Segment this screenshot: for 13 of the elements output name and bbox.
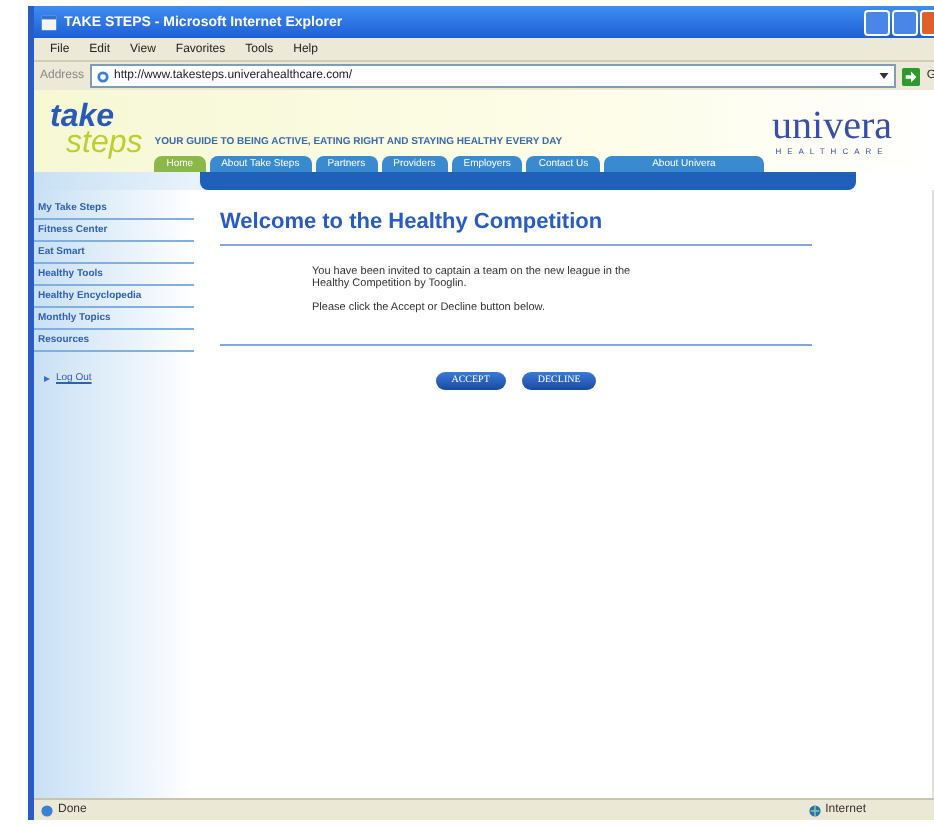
brand-logo-text: univera	[772, 106, 892, 146]
minimize-button[interactable]	[864, 9, 890, 35]
page-icon	[96, 69, 111, 83]
go-arrow-icon[interactable]	[902, 67, 921, 85]
dropdown-icon	[878, 70, 891, 82]
logo-text: steps	[66, 131, 143, 157]
globe-icon	[807, 803, 822, 817]
browser-icon	[40, 13, 58, 31]
bullet-icon	[44, 375, 50, 381]
logo-text: take	[50, 105, 115, 131]
maximize-button[interactable]	[892, 9, 918, 35]
page-icon	[40, 803, 54, 817]
page-heading: Welcome to the Healthy Competition	[220, 210, 605, 234]
